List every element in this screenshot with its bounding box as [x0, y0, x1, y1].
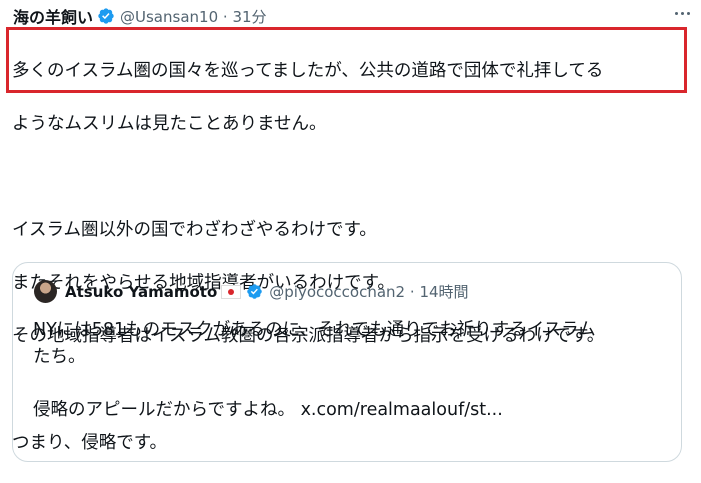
separator-dot: · — [409, 283, 415, 301]
quoted-author-name[interactable]: Atsuko Yamamoto — [65, 283, 217, 301]
more-options-icon[interactable] — [669, 0, 695, 26]
quoted-last-line: 侵略のアピールだからですよね。 x.com/realmaalouf/st... — [33, 397, 663, 424]
quoted-tweet-body: NYには581ものモスクがあるのに、それでも通りでお祈りするイスラム たち。 侵… — [33, 317, 663, 424]
body-line: イスラム圏以外の国でわざわざやるわけです。 — [12, 220, 377, 240]
separator-dot: · — [222, 7, 228, 26]
tweet-time[interactable]: 31分 — [232, 8, 266, 26]
quoted-author-handle[interactable]: @piyococcochan2 — [269, 283, 405, 301]
tweet-header: 海の羊飼い @Usansan10 · 31分 — [13, 3, 688, 29]
quoted-line: NYには581ものモスクがあるのに、それでも通りでお祈りするイスラム — [33, 320, 596, 340]
avatar[interactable] — [34, 280, 57, 303]
japan-flag-icon — [221, 284, 242, 299]
author-handle-row: @Usansan10 · 31分 — [120, 6, 267, 27]
author-handle[interactable]: @Usansan10 — [120, 8, 218, 26]
quoted-tweet[interactable]: Atsuko Yamamoto @piyococcochan2 · 14時間 N… — [12, 262, 682, 462]
verified-badge-icon — [247, 284, 263, 299]
highlighted-line: 多くのイスラム圏の国々を巡ってましたが、公共の道路で団体で礼拝してる — [12, 60, 604, 81]
highlighted-line: ようなムスリムは見たことありません。 — [12, 113, 327, 134]
quoted-tweet-time[interactable]: 14時間 — [419, 283, 468, 301]
quoted-line: たち。 — [33, 346, 86, 367]
quoted-link[interactable]: x.com/realmaalouf/st... — [301, 400, 503, 420]
quoted-line: 侵略のアピールだからですよね。 — [33, 400, 295, 420]
author-name[interactable]: 海の羊飼い — [13, 4, 93, 28]
quoted-handle-row: @piyococcochan2 · 14時間 — [269, 281, 468, 302]
quoted-tweet-header: Atsuko Yamamoto @piyococcochan2 · 14時間 — [34, 280, 469, 303]
verified-badge-icon — [98, 8, 114, 24]
